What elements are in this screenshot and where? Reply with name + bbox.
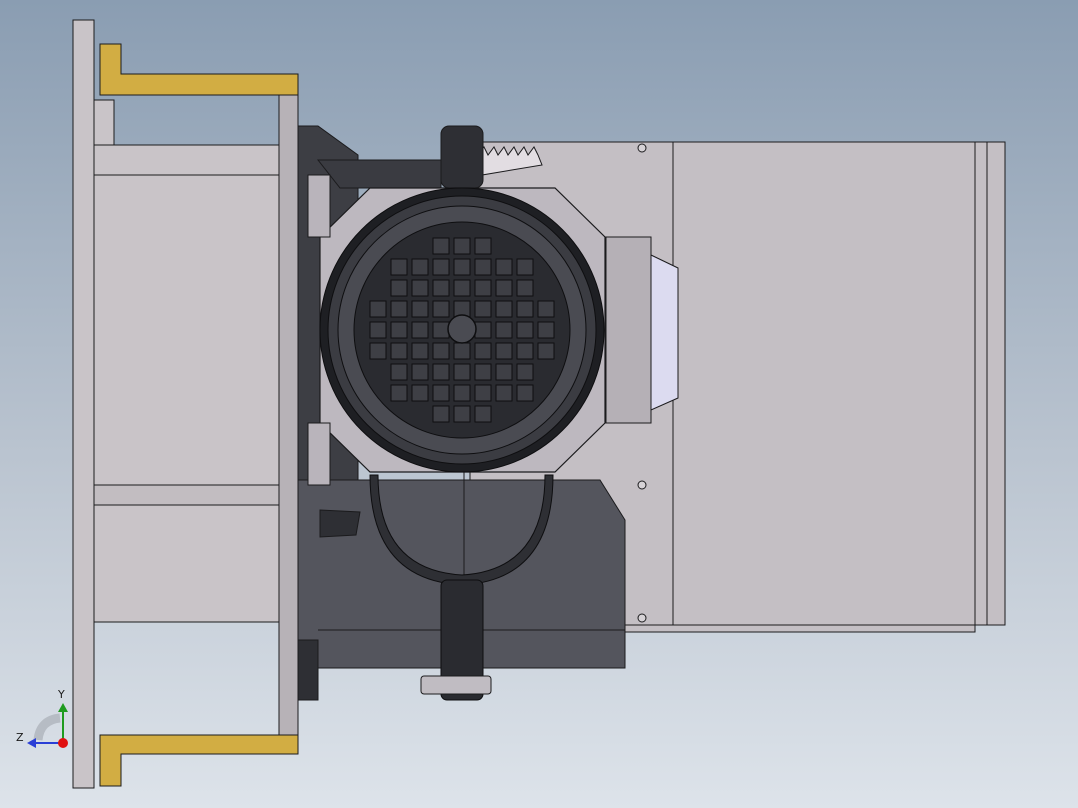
grille-slot xyxy=(474,279,492,297)
grille-slot xyxy=(411,321,429,339)
grille-slot xyxy=(516,363,534,381)
grille-slot xyxy=(495,363,513,381)
grille-slot xyxy=(432,279,450,297)
grille-slot xyxy=(516,384,534,402)
grille-slot xyxy=(474,300,492,318)
grille-slot xyxy=(516,342,534,360)
motor-end-cap xyxy=(319,187,605,473)
grille-slot xyxy=(369,342,387,360)
grille-slot xyxy=(411,384,429,402)
grille-slot xyxy=(432,300,450,318)
grille-slot xyxy=(537,300,555,318)
grille-slot xyxy=(474,342,492,360)
grille-slot xyxy=(390,321,408,339)
grille-slot xyxy=(516,279,534,297)
grille-slot xyxy=(432,237,450,255)
grille-slot xyxy=(390,384,408,402)
grille-slot xyxy=(537,342,555,360)
grille-slot xyxy=(390,363,408,381)
terminal-box xyxy=(605,236,679,424)
grille-slot xyxy=(474,321,492,339)
grille-slot xyxy=(432,405,450,423)
cad-viewport[interactable]: Y Z xyxy=(0,0,1078,808)
bolt xyxy=(420,675,492,695)
brass-bracket-bottom xyxy=(99,734,299,787)
grille-slot xyxy=(453,342,471,360)
grille-slot xyxy=(474,258,492,276)
shaft-center xyxy=(447,314,477,344)
grille-slot xyxy=(390,258,408,276)
grille-slot xyxy=(411,258,429,276)
axis-triad[interactable] xyxy=(27,703,68,748)
grille-slot xyxy=(390,300,408,318)
grille-slot xyxy=(495,342,513,360)
brass-bracket-top xyxy=(99,43,299,96)
grille-slot xyxy=(411,300,429,318)
grille-slot xyxy=(453,363,471,381)
grille-slot xyxy=(411,342,429,360)
grille-slot xyxy=(453,279,471,297)
grille-slot xyxy=(369,300,387,318)
grille-slot xyxy=(432,321,450,339)
grille-slot xyxy=(495,384,513,402)
grille-slot xyxy=(474,384,492,402)
grille-slot xyxy=(495,300,513,318)
cad-drawing xyxy=(27,19,1006,789)
grille-slot xyxy=(474,363,492,381)
grille-slot xyxy=(453,237,471,255)
x-axis-origin xyxy=(58,738,68,748)
grille-slot xyxy=(495,279,513,297)
y-axis-label: Y xyxy=(58,688,65,701)
grille-slot xyxy=(432,363,450,381)
grille-slot xyxy=(390,279,408,297)
grille-slot xyxy=(516,321,534,339)
grille-slot xyxy=(495,258,513,276)
grille-slot xyxy=(432,258,450,276)
grille-slot xyxy=(453,258,471,276)
grille-slot xyxy=(411,279,429,297)
grille-slot xyxy=(516,300,534,318)
grille-slot xyxy=(453,384,471,402)
grille-slot xyxy=(537,321,555,339)
left-mounting-plate xyxy=(72,19,310,789)
grille-slot xyxy=(453,405,471,423)
grille-slot xyxy=(390,342,408,360)
z-axis-label: Z xyxy=(16,731,24,744)
grille-slot xyxy=(516,258,534,276)
grille-slot xyxy=(474,237,492,255)
grille-slot xyxy=(411,363,429,381)
grille-slot xyxy=(369,321,387,339)
grille-slot xyxy=(474,405,492,423)
grille-slot xyxy=(432,384,450,402)
grille-slot xyxy=(432,342,450,360)
grille-slot xyxy=(495,321,513,339)
